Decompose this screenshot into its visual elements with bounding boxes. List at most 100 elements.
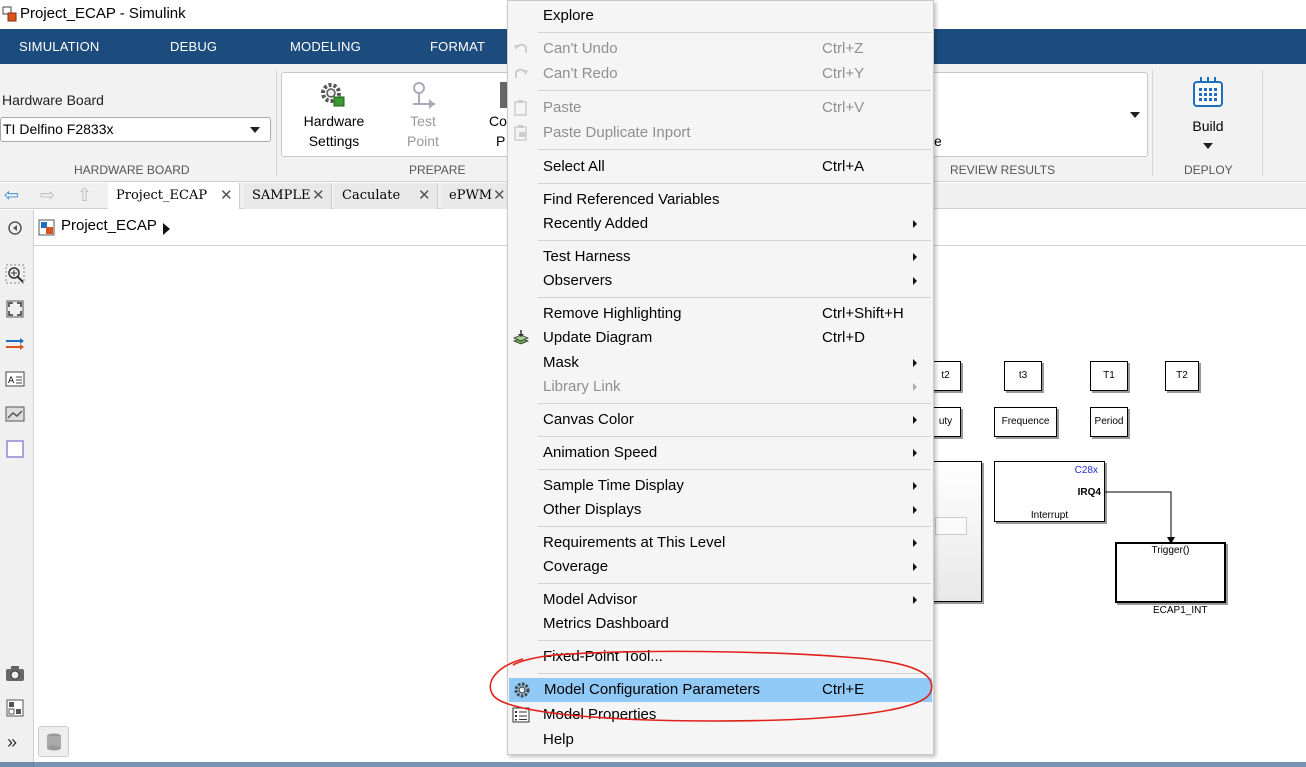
menu-item-label: Observers — [543, 272, 613, 289]
annotation-icon[interactable]: A — [5, 369, 25, 389]
library-browser-button[interactable] — [38, 726, 69, 757]
menu-item-other-displays[interactable]: Other Displays — [508, 498, 933, 522]
back-arrow-icon[interactable]: ⇦ — [4, 185, 19, 206]
hide-explorer-icon[interactable] — [5, 218, 25, 238]
subsystem-block[interactable] — [930, 461, 982, 602]
build-button[interactable]: Build — [1170, 76, 1246, 156]
breadcrumb-model[interactable]: Project_ECAP — [61, 217, 157, 234]
expand-palette-icon[interactable]: » — [7, 732, 17, 753]
menu-item-fixed-point-tool[interactable]: Fixed-Point Tool... — [508, 645, 933, 669]
menu-item-shortcut: Ctrl+V — [822, 99, 865, 116]
menu-item-find-referenced-variables[interactable]: Find Referenced Variables — [508, 188, 933, 212]
block-T2[interactable]: T2 — [1165, 361, 1199, 391]
zoom-in-icon[interactable] — [5, 264, 25, 284]
block-duty[interactable]: uty — [930, 407, 961, 437]
menu-separator — [538, 297, 931, 298]
model-browser-icon[interactable] — [5, 698, 25, 718]
block-T1[interactable]: T1 — [1090, 361, 1128, 391]
menu-item-label: Paste — [543, 99, 582, 116]
hardware-board-label: Hardware Board — [2, 92, 104, 108]
menu-separator — [538, 32, 931, 33]
image-icon[interactable] — [5, 404, 25, 424]
menu-item-help[interactable]: Help — [508, 728, 933, 752]
tab-simulation[interactable]: SIMULATION — [19, 39, 100, 54]
close-icon[interactable]: ✕ — [312, 186, 325, 204]
hardware-settings-label-2: Settings — [308, 133, 360, 149]
hardware-interrupt-block[interactable]: C28x IRQ4 Interrupt — [994, 461, 1105, 522]
menu-item-undo[interactable]: Can't Undo Ctrl+Z — [508, 37, 933, 61]
menu-item-recently-added[interactable]: Recently Added — [508, 212, 933, 236]
build-dropdown-icon[interactable] — [1203, 143, 1213, 149]
menu-item-coverage[interactable]: Coverage — [508, 555, 933, 579]
partial-button-label-2: P — [496, 133, 506, 149]
test-point-button[interactable]: Test Point — [395, 78, 451, 156]
menu-item-model-advisor[interactable]: Model Advisor — [508, 588, 933, 612]
menu-item-label: Select All — [543, 158, 605, 175]
area-icon[interactable] — [5, 439, 25, 459]
block-t2[interactable]: t2 — [930, 361, 961, 391]
tab-modeling[interactable]: MODELING — [290, 39, 361, 54]
tab-format[interactable]: FORMAT — [430, 39, 485, 54]
close-icon[interactable]: ✕ — [493, 186, 506, 204]
tab-caculate[interactable]: Caculate ✕ — [334, 183, 438, 209]
menu-item-library-link[interactable]: Library Link — [508, 375, 933, 399]
menu-item-explore[interactable]: Explore — [508, 4, 933, 28]
menu-item-update-diagram[interactable]: Update Diagram Ctrl+D — [508, 326, 933, 350]
menu-item-model-configuration-parameters[interactable]: Model Configuration Parameters Ctrl+E — [509, 678, 932, 702]
menu-item-canvas-color[interactable]: Canvas Color — [508, 408, 933, 432]
fit-to-view-icon[interactable] — [5, 299, 25, 319]
menu-item-observers[interactable]: Observers — [508, 269, 933, 293]
block-frequence[interactable]: Frequence — [994, 407, 1057, 437]
submenu-arrow-icon — [913, 596, 917, 604]
submenu-arrow-icon — [913, 563, 917, 571]
menu-item-sample-time-display[interactable]: Sample Time Display — [508, 474, 933, 498]
submenu-arrow-icon — [913, 416, 917, 424]
tab-debug[interactable]: DEBUG — [170, 39, 217, 54]
tab-label: SAMPLE — [252, 188, 311, 203]
menu-item-requirements-at-this-level[interactable]: Requirements at This Level — [508, 531, 933, 555]
menu-separator — [538, 640, 931, 641]
tab-epwm[interactable]: ePWM ✕ — [441, 183, 511, 209]
close-icon[interactable]: ✕ — [418, 186, 431, 204]
menu-item-remove-highlighting[interactable]: Remove Highlighting Ctrl+Shift+H — [508, 302, 933, 326]
up-arrow-icon[interactable]: ⇧ — [77, 185, 92, 206]
block-label: T1 — [1103, 370, 1115, 381]
partial-ribbon-button[interactable]: Co P — [486, 78, 508, 156]
block-label: uty — [938, 416, 953, 427]
update-diagram-icon — [512, 330, 530, 345]
forward-arrow-icon[interactable]: ⇨ — [40, 185, 55, 206]
function-call-subsystem-block[interactable]: Trigger() — [1115, 542, 1226, 603]
signal-line[interactable] — [1104, 487, 1179, 547]
signal-arrows-icon[interactable] — [5, 334, 25, 354]
menu-item-mask[interactable]: Mask — [508, 351, 933, 375]
subsystem-port-field — [935, 517, 967, 535]
properties-icon — [512, 707, 530, 723]
review-results-gallery — [930, 72, 1148, 157]
gallery-expand-icon[interactable] — [1130, 112, 1140, 118]
close-icon[interactable]: ✕ — [220, 186, 233, 204]
menu-item-label: Model Properties — [543, 706, 657, 723]
hardware-board-dropdown[interactable]: TI Delfino F2833x — [0, 117, 271, 142]
block-label: t3 — [1018, 370, 1028, 381]
menu-item-animation-speed[interactable]: Animation Speed — [508, 441, 933, 465]
tab-project-ecap[interactable]: Project_ECAP ✕ — [108, 183, 240, 209]
menu-item-paste[interactable]: Paste Ctrl+V — [508, 96, 933, 120]
hardware-settings-button[interactable]: Hardware Settings — [296, 78, 372, 156]
subsystem-name-label: ECAP1_INT — [1153, 605, 1208, 616]
submenu-arrow-icon — [913, 482, 917, 490]
menu-item-metrics-dashboard[interactable]: Metrics Dashboard — [508, 612, 933, 636]
camera-icon[interactable] — [5, 663, 25, 683]
menu-separator — [538, 149, 931, 150]
menu-item-test-harness[interactable]: Test Harness — [508, 245, 933, 269]
menu-item-label: Remove Highlighting — [543, 305, 682, 322]
tab-sample[interactable]: SAMPLE ✕ — [244, 183, 332, 209]
menu-item-redo[interactable]: Can't Redo Ctrl+Y — [508, 62, 933, 86]
menu-item-paste-duplicate-inport[interactable]: Paste Duplicate Inport — [508, 121, 933, 145]
menu-item-model-properties[interactable]: Model Properties — [508, 703, 933, 727]
breadcrumb-arrow-icon[interactable] — [163, 223, 170, 235]
block-period[interactable]: Period — [1090, 407, 1128, 437]
undo-icon — [514, 43, 527, 53]
block-t3[interactable]: t3 — [1004, 361, 1042, 391]
svg-text:A: A — [8, 376, 15, 386]
menu-item-select-all[interactable]: Select All Ctrl+A — [508, 155, 933, 179]
